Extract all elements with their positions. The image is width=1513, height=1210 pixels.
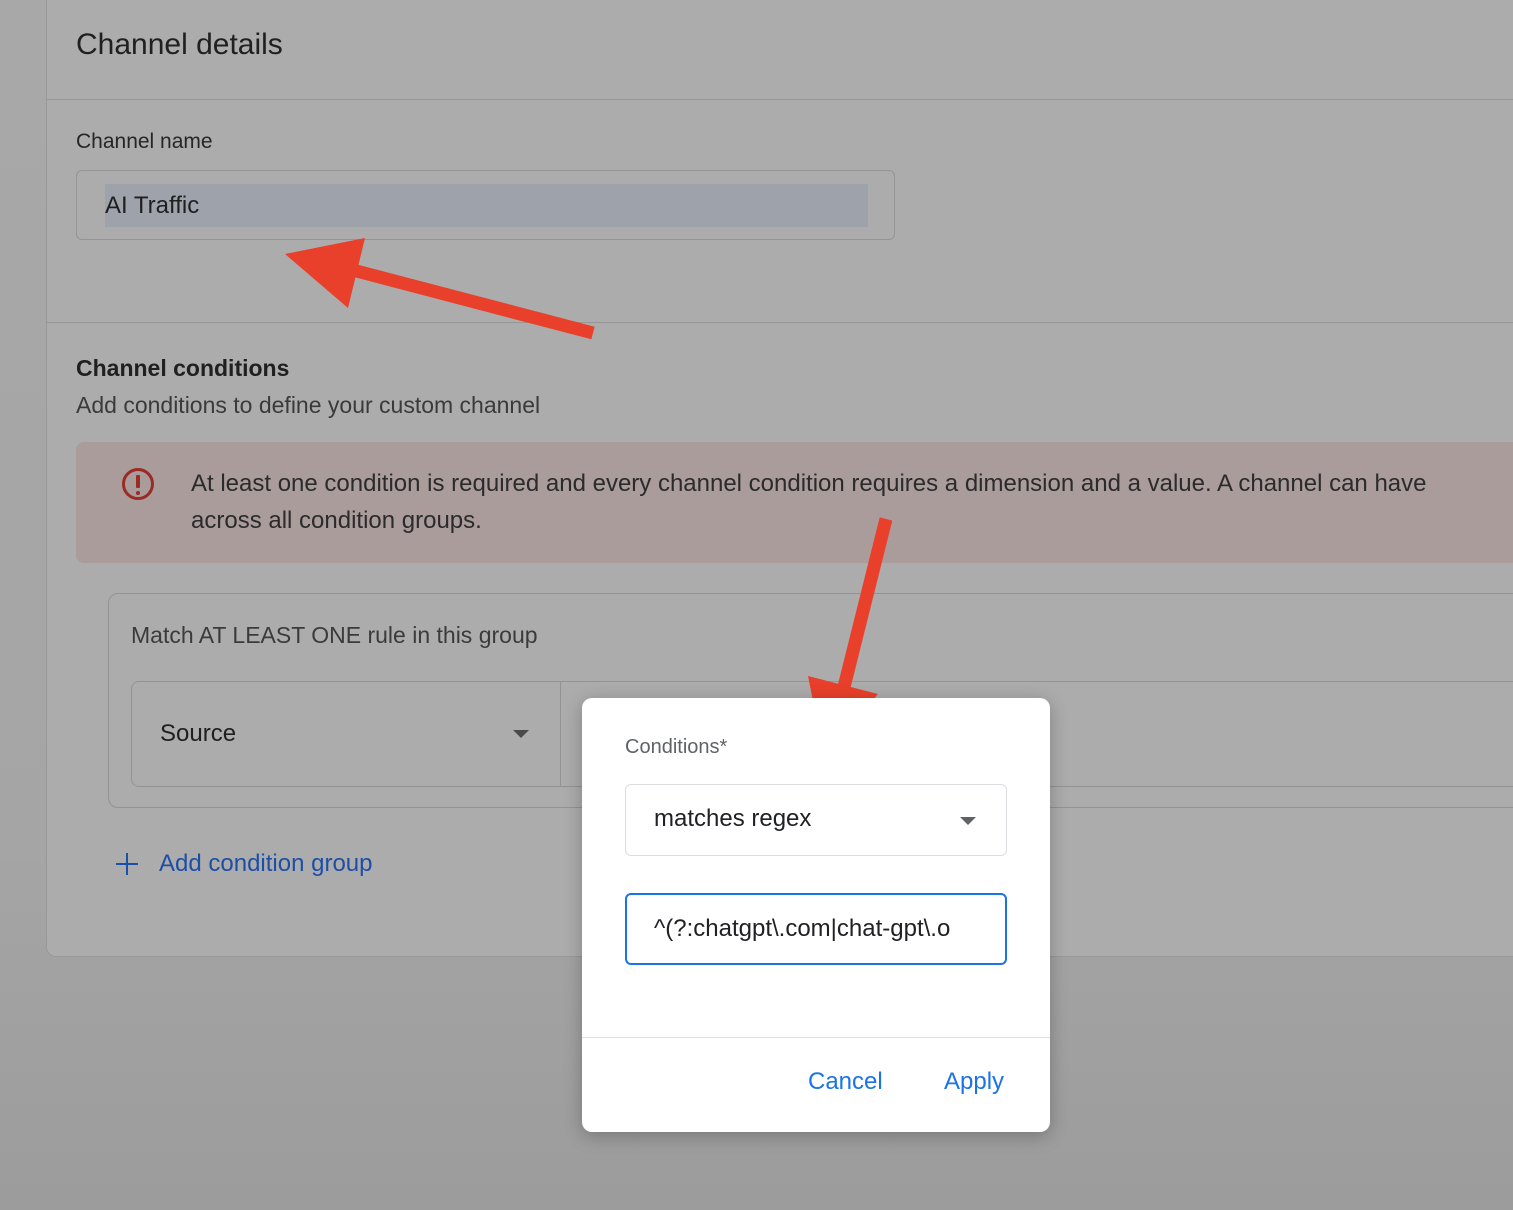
- add-condition-group-button[interactable]: Add condition group: [115, 846, 373, 882]
- conditions-label: Conditions*: [625, 736, 728, 758]
- add-condition-group-label: Add condition group: [159, 850, 373, 877]
- conditions-dialog: Conditions* matches regex ^(?:chatgpt\.c…: [582, 698, 1050, 1132]
- error-message-line2: across all condition groups.: [191, 507, 482, 534]
- section-divider: [47, 322, 1513, 323]
- apply-button[interactable]: Apply: [944, 1068, 1004, 1096]
- regex-value: ^(?:chatgpt\.com|chat-gpt\.o: [654, 915, 951, 942]
- condition-group-title: Match AT LEAST ONE rule in this group: [131, 622, 538, 648]
- dialog-divider: [582, 1037, 1050, 1038]
- operator-value: matches regex: [654, 805, 812, 832]
- error-icon: [122, 468, 154, 500]
- cancel-button[interactable]: Cancel: [808, 1068, 883, 1096]
- rule-divider: [560, 681, 561, 787]
- error-message-line1: At least one condition is required and e…: [191, 470, 1427, 497]
- dimension-select[interactable]: Source: [160, 720, 236, 748]
- channel-name-label: Channel name: [76, 130, 213, 153]
- card-title: Channel details: [76, 28, 283, 61]
- error-banner: [76, 442, 1513, 563]
- plus-icon: [115, 852, 139, 876]
- channel-name-value[interactable]: AI Traffic: [105, 184, 868, 227]
- chevron-down-icon: [960, 817, 976, 825]
- header-divider: [47, 99, 1513, 100]
- regex-input[interactable]: ^(?:chatgpt\.com|chat-gpt\.o: [625, 893, 1007, 965]
- conditions-title: Channel conditions: [76, 355, 290, 381]
- channel-name-text: AI Traffic: [105, 192, 200, 219]
- operator-select[interactable]: matches regex: [625, 784, 1007, 856]
- chevron-down-icon[interactable]: [513, 730, 529, 738]
- conditions-subtitle: Add conditions to define your custom cha…: [76, 392, 541, 418]
